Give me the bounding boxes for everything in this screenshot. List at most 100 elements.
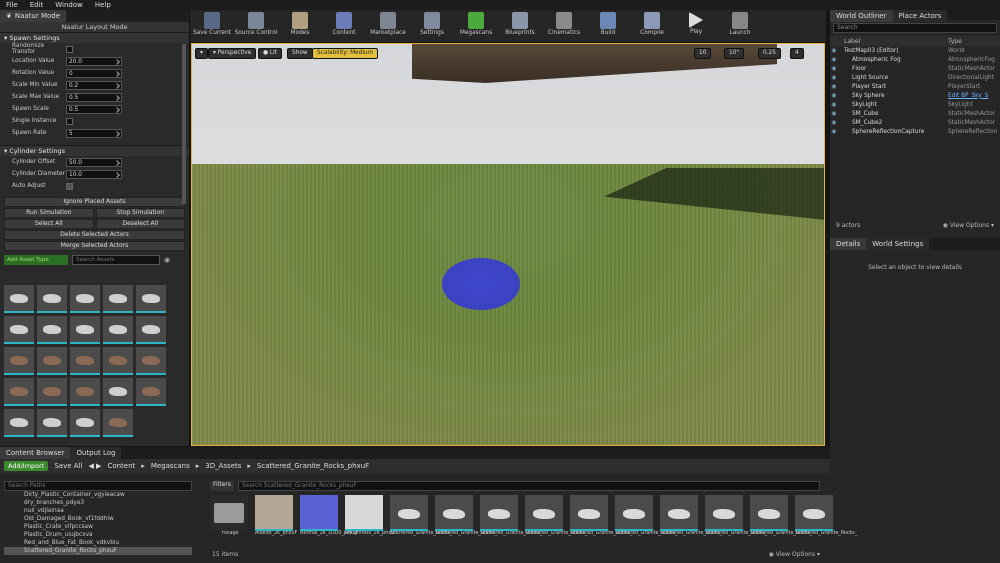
eye-icon[interactable]: ◉ <box>830 93 838 99</box>
asset-thumbnail[interactable] <box>4 316 34 344</box>
outliner-row[interactable]: ◉ Sky Sphere Edit BP_Sky_S <box>830 91 1000 100</box>
asset-thumbnail[interactable] <box>70 378 100 406</box>
outliner-row[interactable]: ◉ TestMap03 (Editor) World <box>830 46 1000 55</box>
asset-tile[interactable]: Scattered_Granite_Rocks_ <box>795 495 857 537</box>
folder-item[interactable]: Old_Damaged_Book_vf1fddhiw <box>4 515 192 523</box>
asset-tile[interactable]: Scattered_Granite_Rocks_ <box>615 495 677 537</box>
cylinder-offset-field[interactable]: 50.0 <box>66 157 122 167</box>
spawn-settings-header[interactable]: ▾ Spawn Settings <box>0 32 189 43</box>
merge-selected-button[interactable]: Merge Selected Actors <box>4 241 185 251</box>
breadcrumb-content[interactable]: Content <box>107 462 135 470</box>
camera-speed-button[interactable]: 4 <box>790 48 804 59</box>
content-view-options[interactable]: ◉ View Options ▾ <box>769 551 820 558</box>
scalability-badge[interactable]: Scalability: Medium <box>312 48 379 59</box>
lit-button[interactable]: ● Lit <box>258 48 283 59</box>
spawn-rate-field[interactable]: 5 <box>66 128 122 138</box>
menu-edit[interactable]: Edit <box>24 1 50 9</box>
eye-icon[interactable]: ◉ <box>830 129 838 135</box>
asset-thumbnail[interactable] <box>70 316 100 344</box>
asset-thumbnail[interactable] <box>4 409 34 437</box>
source-control-button[interactable]: Source Control <box>234 10 278 42</box>
location-value-field[interactable]: 20.0 <box>66 56 122 66</box>
asset-thumbnail[interactable] <box>136 378 166 406</box>
breadcrumb-megascans[interactable]: Megascans <box>151 462 190 470</box>
breadcrumb-3d-assets[interactable]: 3D_Assets <box>205 462 241 470</box>
asset-tile[interactable]: Scattered_Granite_Rocks_ <box>660 495 722 537</box>
eye-icon[interactable]: ◉ <box>164 256 170 264</box>
outliner-row[interactable]: ◉ Floor StaticMeshActor <box>830 64 1000 73</box>
asset-thumbnail[interactable] <box>4 285 34 313</box>
folder-item[interactable]: Plastic_Drum_uiujbcxva <box>4 531 192 539</box>
asset-thumbnail[interactable] <box>70 409 100 437</box>
asset-tile[interactable]: Scattered_Granite_Rocks_ <box>750 495 812 537</box>
column-header-type[interactable]: Type <box>948 38 962 45</box>
outliner-row[interactable]: ◉ Atmospheric Fog AtmosphericFog <box>830 55 1000 64</box>
rotation-snap-button[interactable]: 10° <box>724 48 745 59</box>
auto-adjust-checkbox[interactable] <box>66 182 73 190</box>
asset-tile[interactable]: Roughness_2K_phxuF <box>345 495 397 537</box>
asset-tile[interactable]: Scattered_Granite_Rocks_ <box>705 495 767 537</box>
marketplace-button[interactable]: Marketplace <box>366 10 410 42</box>
blueprints-button[interactable]: Blueprints <box>498 10 542 42</box>
asset-tile-foliage[interactable]: Foliage <box>210 495 250 537</box>
asset-thumbnail[interactable] <box>103 285 133 313</box>
filters-button[interactable]: Filters <box>210 481 234 491</box>
nav-arrows-icon[interactable]: ◀ ▶ <box>88 462 101 470</box>
outliner-row[interactable]: ◉ SM_Cube StaticMeshActor <box>830 109 1000 118</box>
deselect-all-button[interactable]: Deselect All <box>95 219 185 229</box>
folder-item[interactable]: dry_branches_pdye3 <box>4 499 192 507</box>
scale-snap-button[interactable]: 0.25 <box>758 48 781 59</box>
asset-thumbnail[interactable] <box>37 347 67 375</box>
menu-help[interactable]: Help <box>89 1 117 9</box>
search-assets-field[interactable]: Search Scattered_Granite_Rocks_phxuF <box>238 481 820 491</box>
tab-place-actors[interactable]: Place Actors <box>892 10 948 22</box>
randomize-checkbox[interactable] <box>66 45 73 53</box>
modes-button[interactable]: Modes <box>278 10 322 42</box>
outliner-view-options[interactable]: ◉ View Options ▾ <box>943 222 994 229</box>
asset-thumbnail[interactable] <box>103 316 133 344</box>
launch-button[interactable]: Launch <box>718 10 762 42</box>
tab-details[interactable]: Details <box>830 238 867 250</box>
eye-icon[interactable]: ◉ <box>830 120 838 126</box>
asset-tile[interactable]: Scattered_Granite_Rocks_ <box>435 495 497 537</box>
asset-thumbnail[interactable] <box>103 378 133 406</box>
ignore-placed-assets-button[interactable]: Ignore Placed Assets <box>4 197 185 207</box>
asset-tile[interactable]: Scattered_Granite_Rocks_ <box>570 495 632 537</box>
asset-tile[interactable]: Albedo_2K_phxuF <box>255 495 297 537</box>
eye-icon[interactable]: ◉ <box>830 111 838 117</box>
tab-output-log[interactable]: Output Log <box>70 447 122 459</box>
spawn-cylinder-preview[interactable] <box>442 258 520 310</box>
save-all-button[interactable]: Save All <box>54 462 82 470</box>
eye-icon[interactable]: ◉ <box>830 48 838 54</box>
asset-tile[interactable]: Normal_2K_LOD0_phxuF <box>300 495 359 537</box>
asset-thumbnail[interactable] <box>136 285 166 313</box>
menu-window[interactable]: Window <box>49 1 89 9</box>
outliner-row[interactable]: ◉ SM_Cube2 StaticMeshActor <box>830 118 1000 127</box>
eye-icon[interactable]: ◉ <box>830 75 838 81</box>
single-instance-checkbox[interactable] <box>66 117 73 125</box>
add-import-button[interactable]: Add/Import <box>4 461 49 471</box>
build-button[interactable]: Build <box>586 10 630 42</box>
asset-thumbnail[interactable] <box>136 347 166 375</box>
asset-thumbnail[interactable] <box>103 347 133 375</box>
add-asset-type-button[interactable]: Add Asset Type <box>4 255 68 265</box>
folder-item[interactable]: Plastic_Crate_vifpccsaw <box>4 523 192 531</box>
asset-thumbnail[interactable] <box>37 378 67 406</box>
tab-world-outliner[interactable]: World Outliner <box>830 10 893 22</box>
outliner-row[interactable]: ◉ Player Start PlayerStart <box>830 82 1000 91</box>
grid-snap-button[interactable]: 10 <box>694 48 712 59</box>
megascans-button[interactable]: Megascans <box>454 10 498 42</box>
asset-thumbnail[interactable] <box>136 316 166 344</box>
scale-max-field[interactable]: 0.5 <box>66 92 122 102</box>
search-assets-input[interactable]: Search Assets <box>72 255 160 265</box>
eye-icon[interactable]: ◉ <box>830 57 838 63</box>
folder-item[interactable]: Red_and_Blue_Fat_Book_vdkvbiu <box>4 539 192 547</box>
folder-item[interactable]: Dirty_Plastic_Container_vgyieacaw <box>4 491 192 499</box>
eye-icon[interactable]: ◉ <box>830 102 838 108</box>
cylinder-diameter-field[interactable]: 10.0 <box>66 169 122 179</box>
content-button[interactable]: Content <box>322 10 366 42</box>
tab-content-browser[interactable]: Content Browser <box>0 447 71 459</box>
cinematics-button[interactable]: Cinematics <box>542 10 586 42</box>
run-simulation-button[interactable]: Run Simulation <box>4 208 94 218</box>
asset-tile[interactable]: Scattered_Granite_Rocks_ <box>525 495 587 537</box>
